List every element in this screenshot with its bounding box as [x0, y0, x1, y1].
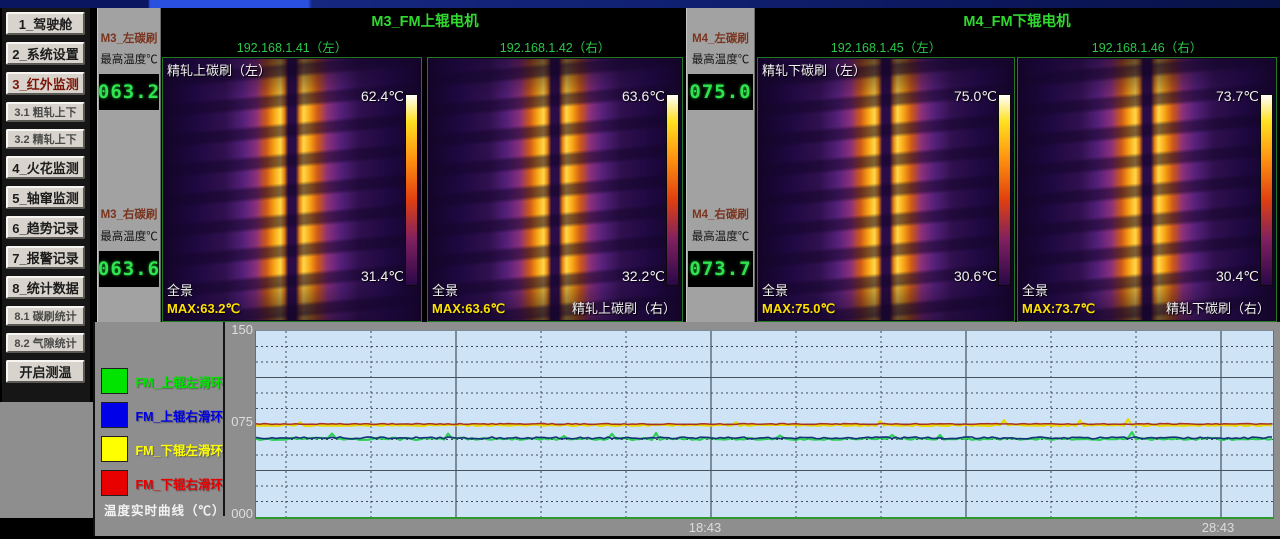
title-bar [0, 0, 1280, 8]
y-tick-150: 150 [223, 322, 253, 337]
camera-name-label: 精轧下碳刷（左） [762, 60, 866, 79]
legend-swatch-yellow [101, 436, 128, 462]
scale-low-temp: 31.4℃ [361, 268, 404, 285]
chart-title: 温度实时曲线（℃） [104, 500, 226, 519]
brush-label: M3_左碳刷 [98, 30, 160, 46]
trend-plot [255, 330, 1274, 519]
legend-swatch-blue [101, 402, 128, 428]
sidebar-item-airgap-stats[interactable]: 8.2 气隙统计 [6, 333, 85, 353]
camera-ip-m3-left: 192.168.1.41（左） [162, 37, 422, 56]
led-readout-m4-right: 073.7 [688, 251, 753, 287]
x-tick-1843: 18:43 [665, 520, 745, 535]
scale-high-temp: 63.6℃ [622, 88, 665, 105]
max-temp-label: 最高温度℃ [687, 51, 754, 67]
chart-legend: FM_上辊左滑环 FM_上辊右滑环 FM_下辊左滑环 FM_下辊右滑环 温度实时… [97, 322, 225, 516]
legend-label: FM_下辊左滑环 [135, 440, 223, 459]
legend-swatch-green [101, 368, 128, 394]
trend-panel: FM_上辊左滑环 FM_上辊右滑环 FM_下辊左滑环 FM_下辊右滑环 温度实时… [93, 322, 1280, 536]
brush-label: M4_右碳刷 [687, 206, 754, 222]
brush-panel-m4: M4_左碳刷 最高温度℃ 075.0 M4_右碳刷 最高温度℃ 073.7 [686, 8, 755, 322]
sidebar-item-brush-stats[interactable]: 8.1 碳刷统计 [6, 306, 85, 326]
color-scale-bar [405, 94, 418, 286]
sidebar-item-shaft-monitor[interactable]: 5_轴窜监测 [6, 186, 85, 209]
max-temp-label: 最高温度℃ [687, 228, 754, 244]
sidebar-item-alarm-record[interactable]: 7_报警记录 [6, 246, 85, 269]
bottom-left-filler [0, 402, 93, 518]
sidebar-item-statistics[interactable]: 8_统计数据 [6, 276, 85, 299]
thermal-view-m3-right: 精轧上碳刷（右） 63.6℃ 32.2℃ 全景 MAX:63.6℃ [427, 57, 683, 322]
max-temp-readout: MAX:75.0℃ [762, 301, 835, 317]
legend-label: FM_下辊右滑环 [135, 474, 223, 493]
sidebar-item-finish-mill[interactable]: 3.2 精轧上下 [6, 129, 85, 149]
camera-ip-m4-right: 192.168.1.46（右） [1017, 37, 1277, 56]
camera-name-label: 精轧上碳刷（左） [167, 60, 271, 79]
y-tick-075: 075 [223, 414, 253, 429]
scale-high-temp: 75.0℃ [954, 88, 997, 105]
scale-high-temp: 73.7℃ [1216, 88, 1259, 105]
camera-ip-m4-left: 192.168.1.45（左） [757, 37, 1015, 56]
sidebar-item-cockpit[interactable]: 1_驾驶舱 [6, 12, 85, 35]
scale-low-temp: 30.6℃ [954, 268, 997, 285]
y-tick-000: 000 [223, 506, 253, 521]
panorama-label: 全景 [432, 280, 458, 299]
max-temp-readout: MAX:73.7℃ [1022, 301, 1095, 317]
group-title-m4: M4_FM下辊电机 [757, 10, 1277, 31]
brush-label: M3_右碳刷 [98, 206, 160, 222]
brush-panel-m3: M3_左碳刷 最高温度℃ 063.2 M3_右碳刷 最高温度℃ 063.6 [97, 8, 161, 322]
brush-label: M4_左碳刷 [687, 30, 754, 46]
sidebar-nav: 1_驾驶舱 2_系统设置 3_红外监测 3.1 粗轧上下 3.2 精轧上下 4_… [2, 8, 90, 408]
legend-item: FM_上辊右滑环 [101, 402, 223, 428]
start-measure-button[interactable]: 开启测温 [6, 360, 85, 383]
thermal-view-m4-left: 精轧下碳刷（左） 75.0℃ 30.6℃ 全景 MAX:75.0℃ [757, 57, 1015, 322]
hmi-screen: 1_驾驶舱 2_系统设置 3_红外监测 3.1 粗轧上下 3.2 精轧上下 4_… [0, 0, 1280, 539]
panorama-label: 全景 [762, 280, 788, 299]
sidebar-item-trend-record[interactable]: 6_趋势记录 [6, 216, 85, 239]
legend-label: FM_上辊右滑环 [135, 406, 223, 425]
thermal-view-m4-right: 精轧下碳刷（右） 73.7℃ 30.4℃ 全景 MAX:73.7℃ [1017, 57, 1277, 322]
legend-item: FM_下辊右滑环 [101, 470, 223, 496]
led-readout-m3-left: 063.2 [99, 74, 159, 110]
trend-lines [256, 331, 1273, 517]
scale-low-temp: 30.4℃ [1216, 268, 1259, 285]
sidebar-item-rough-mill[interactable]: 3.1 粗轧上下 [6, 102, 85, 122]
camera-name-label: 精轧上碳刷（右） [572, 298, 676, 317]
color-scale-bar [998, 94, 1011, 286]
sidebar-item-infrared-monitor[interactable]: 3_红外监测 [6, 72, 85, 95]
panorama-label: 全景 [1022, 280, 1048, 299]
thermal-view-m3-left: 精轧上碳刷（左） 62.4℃ 31.4℃ 全景 MAX:63.2℃ [162, 57, 422, 322]
color-scale-bar [666, 94, 679, 286]
x-tick-2843: 28:43 [1178, 520, 1258, 535]
legend-item: FM_上辊左滑环 [101, 368, 223, 394]
sidebar-item-system-settings[interactable]: 2_系统设置 [6, 42, 85, 65]
legend-item: FM_下辊左滑环 [101, 436, 223, 462]
group-title-m3: M3_FM上辊电机 [162, 10, 688, 31]
scale-low-temp: 32.2℃ [622, 268, 665, 285]
led-readout-m4-left: 075.0 [688, 74, 753, 110]
sidebar-item-spark-monitor[interactable]: 4_火花监测 [6, 156, 85, 179]
max-temp-label: 最高温度℃ [98, 51, 160, 67]
legend-label: FM_上辊左滑环 [135, 372, 223, 391]
camera-ip-m3-right: 192.168.1.42（右） [427, 37, 683, 56]
max-temp-readout: MAX:63.2℃ [167, 301, 240, 317]
led-readout-m3-right: 063.6 [99, 251, 159, 287]
legend-swatch-red [101, 470, 128, 496]
scale-high-temp: 62.4℃ [361, 88, 404, 105]
camera-name-label: 精轧下碳刷（右） [1166, 298, 1270, 317]
color-scale-bar [1260, 94, 1273, 286]
max-temp-readout: MAX:63.6℃ [432, 301, 505, 317]
max-temp-label: 最高温度℃ [98, 228, 160, 244]
panorama-label: 全景 [167, 280, 193, 299]
